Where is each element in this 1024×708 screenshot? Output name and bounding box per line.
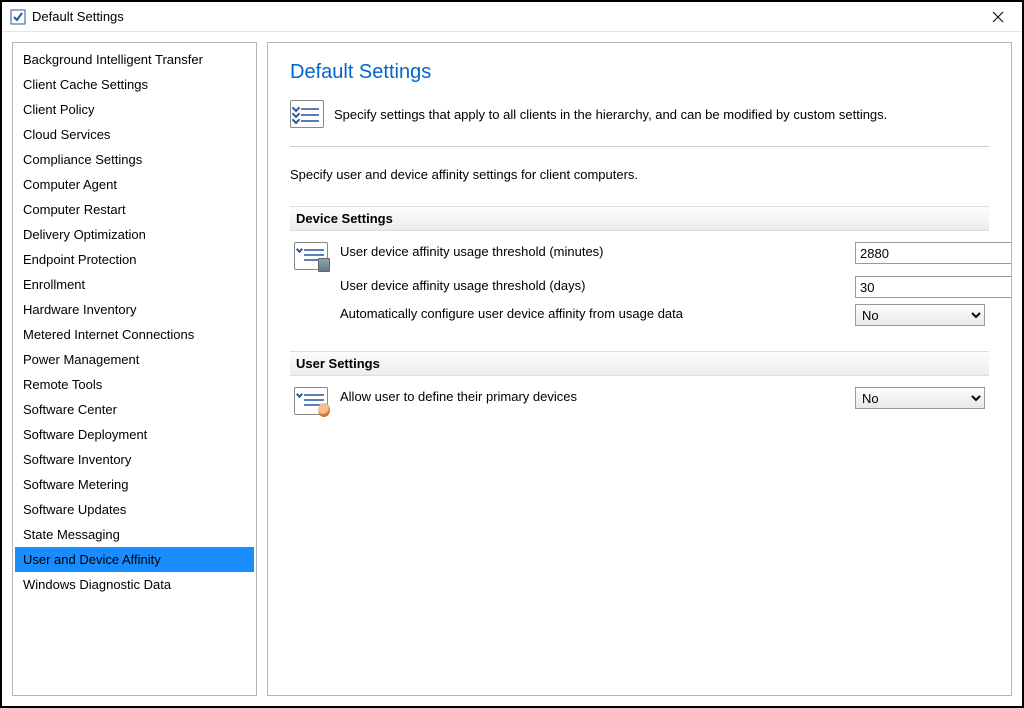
sidebar-item-client-cache-settings[interactable]: Client Cache Settings [15, 72, 254, 97]
titlebar: Default Settings [2, 2, 1022, 32]
threshold-days-spinner[interactable]: ▲ ▼ [855, 276, 985, 298]
sidebar-item-software-center[interactable]: Software Center [15, 397, 254, 422]
sidebar-item-client-policy[interactable]: Client Policy [15, 97, 254, 122]
sidebar-item-endpoint-protection[interactable]: Endpoint Protection [15, 247, 254, 272]
setting-auto-configure: Automatically configure user device affi… [290, 301, 989, 329]
sidebar: Background Intelligent TransferClient Ca… [12, 42, 257, 696]
user-overlay-icon [318, 403, 330, 417]
sidebar-item-windows-diagnostic-data[interactable]: Windows Diagnostic Data [15, 572, 254, 597]
device-settings-group: Device Settings User device affinity usa… [290, 206, 989, 329]
monitor-overlay-icon [318, 258, 330, 272]
subintro-text: Specify user and device affinity setting… [290, 167, 989, 182]
threshold-minutes-label: User device affinity usage threshold (mi… [340, 242, 845, 259]
sidebar-item-software-deployment[interactable]: Software Deployment [15, 422, 254, 447]
sidebar-item-software-metering[interactable]: Software Metering [15, 472, 254, 497]
window-title: Default Settings [32, 9, 124, 24]
page-title: Default Settings [290, 61, 989, 84]
setting-threshold-minutes: User device affinity usage threshold (mi… [290, 239, 989, 273]
setting-threshold-days: User device affinity usage threshold (da… [290, 273, 989, 301]
sidebar-item-state-messaging[interactable]: State Messaging [15, 522, 254, 547]
device-settings-header: Device Settings [290, 206, 989, 231]
sidebar-item-metered-internet-connections[interactable]: Metered Internet Connections [15, 322, 254, 347]
sidebar-item-hardware-inventory[interactable]: Hardware Inventory [15, 297, 254, 322]
sidebar-item-remote-tools[interactable]: Remote Tools [15, 372, 254, 397]
sidebar-item-software-inventory[interactable]: Software Inventory [15, 447, 254, 472]
threshold-minutes-input[interactable] [855, 242, 1012, 264]
user-checklist-icon [294, 387, 328, 415]
sidebar-item-user-and-device-affinity[interactable]: User and Device Affinity [15, 547, 254, 572]
separator [290, 146, 989, 147]
threshold-minutes-spinner[interactable]: ▲ ▼ [855, 242, 985, 264]
sidebar-item-delivery-optimization[interactable]: Delivery Optimization [15, 222, 254, 247]
intro-row: Specify settings that apply to all clien… [290, 100, 989, 128]
device-checklist-icon [294, 242, 328, 270]
sidebar-item-enrollment[interactable]: Enrollment [15, 272, 254, 297]
allow-user-primary-dropdown[interactable]: NoYes [855, 387, 985, 409]
app-icon [10, 9, 26, 25]
auto-configure-label: Automatically configure user device affi… [340, 304, 845, 321]
setting-allow-user-primary: Allow user to define their primary devic… [290, 384, 989, 418]
sidebar-item-computer-agent[interactable]: Computer Agent [15, 172, 254, 197]
sidebar-item-compliance-settings[interactable]: Compliance Settings [15, 147, 254, 172]
main-panel: Default Settings Specify settings that a… [267, 42, 1012, 696]
user-settings-header: User Settings [290, 351, 989, 376]
allow-user-primary-label: Allow user to define their primary devic… [340, 387, 845, 404]
content-frame: Background Intelligent TransferClient Ca… [2, 32, 1022, 706]
sidebar-item-cloud-services[interactable]: Cloud Services [15, 122, 254, 147]
intro-text: Specify settings that apply to all clien… [334, 107, 887, 122]
auto-configure-dropdown[interactable]: NoYes [855, 304, 985, 326]
checklist-icon [290, 100, 324, 128]
user-settings-group: User Settings Allow user to define their… [290, 351, 989, 418]
sidebar-item-computer-restart[interactable]: Computer Restart [15, 197, 254, 222]
threshold-days-input[interactable] [855, 276, 1012, 298]
sidebar-item-power-management[interactable]: Power Management [15, 347, 254, 372]
sidebar-item-background-intelligent-transfer[interactable]: Background Intelligent Transfer [15, 47, 254, 72]
threshold-days-label: User device affinity usage threshold (da… [340, 276, 845, 293]
sidebar-item-software-updates[interactable]: Software Updates [15, 497, 254, 522]
close-button[interactable] [976, 3, 1020, 31]
